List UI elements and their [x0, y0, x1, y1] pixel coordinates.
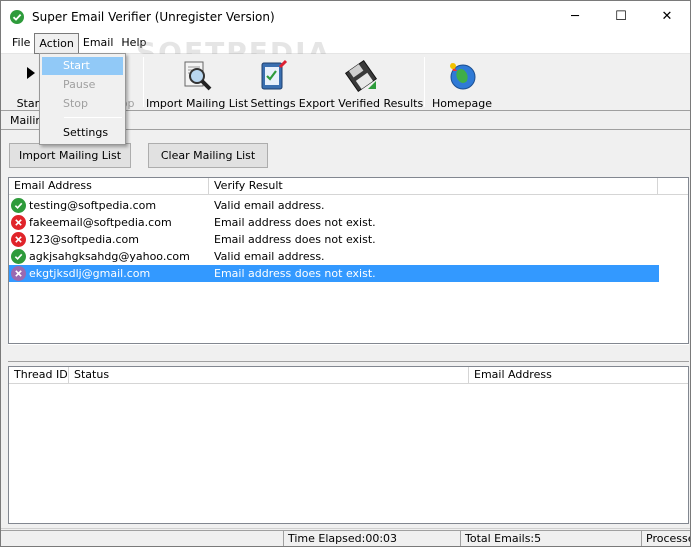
app-window: Super Email Verifier (Unregister Version… [0, 0, 691, 547]
email-list-header: Email Address Verify Result [9, 178, 688, 195]
export-verified-results-toolbar-button[interactable]: Export Verified Results [299, 54, 423, 110]
menu-item-pause[interactable]: Pause [42, 76, 123, 94]
invalid-x-icon [11, 215, 26, 230]
thread-list-view[interactable]: Thread ID Status Email Address [8, 366, 689, 524]
maximize-button[interactable]: ☐ [598, 1, 644, 32]
table-row[interactable]: testing@softpedia.com Valid email addres… [9, 197, 659, 214]
import-button-label: Import Mailing List [18, 149, 122, 162]
status-bar: Time Elapsed:00:03 Total Emails:5 Proces… [1, 528, 690, 546]
menu-file-label: File [12, 35, 31, 49]
valid-check-icon [11, 198, 26, 213]
column-filler [658, 178, 688, 195]
import-mailing-list-button[interactable]: Import Mailing List [9, 143, 131, 168]
table-row[interactable]: 123@softpedia.com Email address does not… [9, 231, 659, 248]
table-row[interactable]: agkjsahgksahdg@yahoo.com Valid email add… [9, 248, 659, 265]
action-dropdown-menu: Start Pause Stop Settings [39, 53, 126, 145]
minimize-button[interactable]: ─ [552, 1, 598, 32]
column-email-address-thread[interactable]: Email Address [469, 367, 688, 384]
menu-item-settings[interactable]: Settings [42, 124, 123, 142]
column-status[interactable]: Status [69, 367, 469, 384]
play-icon [22, 59, 38, 93]
window-title: Super Email Verifier (Unregister Version… [32, 9, 275, 24]
menu-item-stop[interactable]: Stop [42, 95, 123, 113]
email-cell: ekgtjksdlj@gmail.com [29, 267, 151, 280]
magnifier-document-icon [180, 59, 214, 93]
title-bar: Super Email Verifier (Unregister Version… [1, 1, 690, 32]
email-cell: testing@softpedia.com [29, 199, 157, 212]
column-verify-result[interactable]: Verify Result [209, 178, 658, 195]
column-thread-id[interactable]: Thread ID [9, 367, 69, 384]
email-cell: 123@softpedia.com [29, 233, 139, 246]
menu-item-start[interactable]: Start [42, 57, 123, 75]
processed-pane: Processed [641, 530, 690, 546]
table-row-selected[interactable]: ekgtjksdlj@gmail.com Email address does … [9, 265, 659, 282]
pane-splitter[interactable] [8, 344, 689, 362]
settings-checklist-icon [256, 59, 290, 93]
menu-action-label: Action [39, 36, 74, 50]
menu-email[interactable]: Email [79, 33, 118, 53]
email-cell: fakeemail@softpedia.com [29, 216, 172, 229]
column-email-address[interactable]: Email Address [9, 178, 209, 195]
clear-mailing-list-button[interactable]: Clear Mailing List [148, 143, 268, 168]
menu-email-label: Email [82, 35, 114, 49]
result-cell: Email address does not exist. [214, 216, 376, 229]
result-cell: Valid email address. [214, 250, 325, 263]
homepage-toolbar-label: Homepage [432, 97, 492, 110]
total-emails-pane: Total Emails:5 [460, 530, 641, 546]
result-cell: Email address does not exist. [214, 233, 376, 246]
email-cell: agkjsahgksahdg@yahoo.com [29, 250, 190, 263]
homepage-toolbar-button[interactable]: Homepage [432, 54, 492, 110]
close-button[interactable]: ✕ [644, 1, 690, 32]
menu-action[interactable]: Action [34, 32, 79, 54]
menu-separator [64, 117, 122, 118]
table-row[interactable]: fakeemail@softpedia.com Email address do… [9, 214, 659, 231]
invalid-x-icon [11, 266, 26, 281]
invalid-x-icon [11, 232, 26, 247]
import-mailing-list-toolbar-button[interactable]: Import Mailing List [146, 54, 248, 110]
menu-file[interactable]: File [8, 33, 34, 53]
app-check-icon [10, 9, 24, 24]
email-list-view[interactable]: Email Address Verify Result testing@soft… [8, 177, 689, 344]
result-cell: Valid email address. [214, 199, 325, 212]
time-elapsed-pane: Time Elapsed:00:03 [283, 530, 460, 546]
result-cell: Email address does not exist. [214, 267, 376, 280]
settings-toolbar-button[interactable]: Settings [250, 54, 296, 110]
floppy-disk-icon [344, 59, 378, 93]
clear-button-label: Clear Mailing List [160, 149, 256, 162]
valid-check-icon [11, 249, 26, 264]
thread-list-header: Thread ID Status Email Address [9, 367, 688, 384]
settings-toolbar-label: Settings [250, 97, 296, 110]
import-toolbar-label: Import Mailing List [145, 97, 249, 110]
toolbar-separator-2 [424, 57, 425, 107]
globe-icon [445, 59, 479, 93]
toolbar-separator [143, 57, 144, 107]
menu-bar: File Action Email Help [1, 32, 690, 54]
status-pane-empty [1, 530, 283, 546]
export-toolbar-label: Export Verified Results [298, 97, 424, 110]
